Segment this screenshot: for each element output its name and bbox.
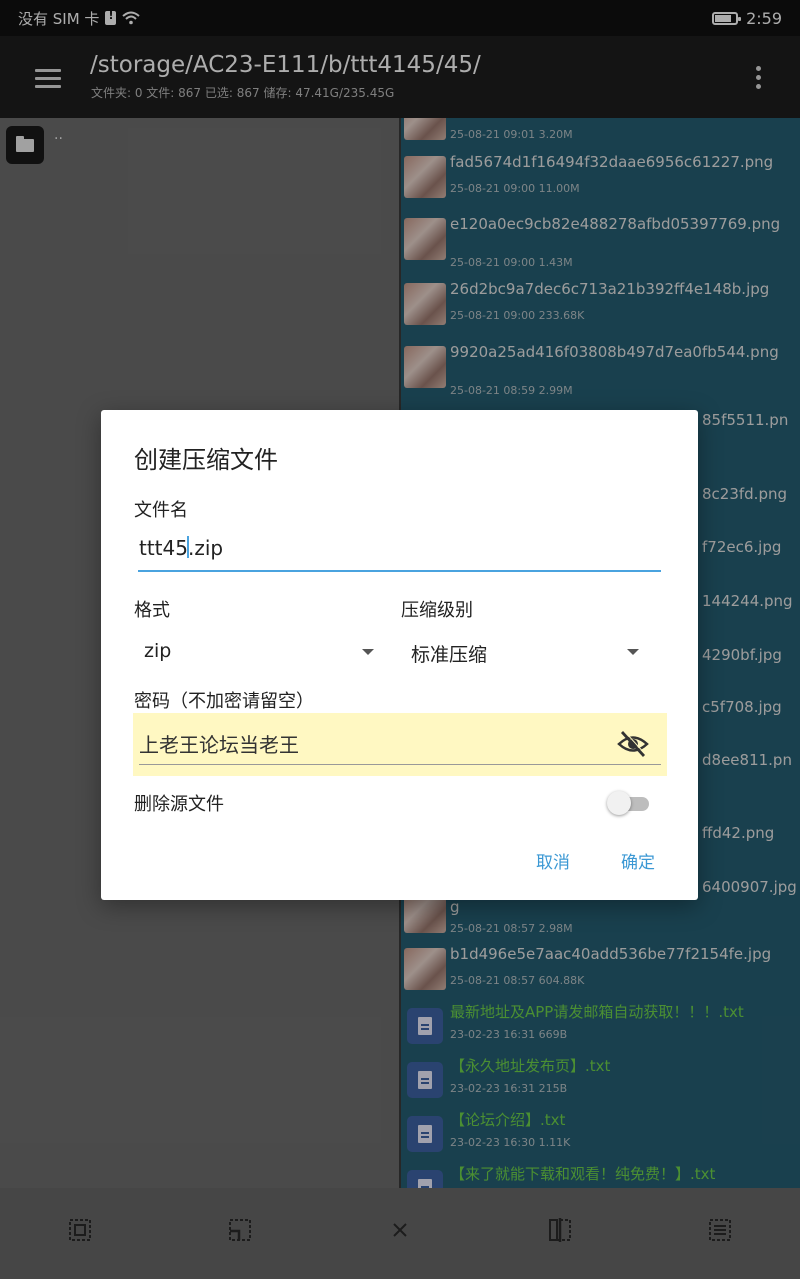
chevron-down-icon [362,649,374,655]
filename-input[interactable]: ttt45.zip [138,536,661,572]
filename-text-after-cursor: .zip [187,536,224,560]
password-label: 密码（不加密请留空） [134,691,314,712]
cancel-button[interactable]: 取消 [536,848,570,873]
eye-off-icon[interactable] [617,729,649,759]
filename-label: 文件名 [134,500,188,521]
delete-source-toggle[interactable] [607,790,653,816]
password-value: 上老王论坛当老王 [139,733,299,757]
dialog-title: 创建压缩文件 [134,446,278,474]
format-select[interactable]: zip [144,635,384,671]
create-archive-dialog: 创建压缩文件 文件名 ttt45.zip 格式 压缩级别 zip 标准压缩 密码… [101,410,698,900]
filename-text-before-cursor: ttt45 [139,536,188,560]
format-value: zip [144,640,172,662]
delete-source-label: 删除源文件 [134,794,224,815]
password-underline [139,764,661,765]
format-label: 格式 [134,600,170,621]
chevron-down-icon [627,649,639,655]
compression-level-select[interactable]: 标准压缩 [411,635,651,671]
compression-level-value: 标准压缩 [411,644,488,666]
password-field[interactable]: 上老王论坛当老王 [133,713,667,776]
compression-level-label: 压缩级别 [401,600,473,621]
confirm-button[interactable]: 确定 [621,848,655,873]
